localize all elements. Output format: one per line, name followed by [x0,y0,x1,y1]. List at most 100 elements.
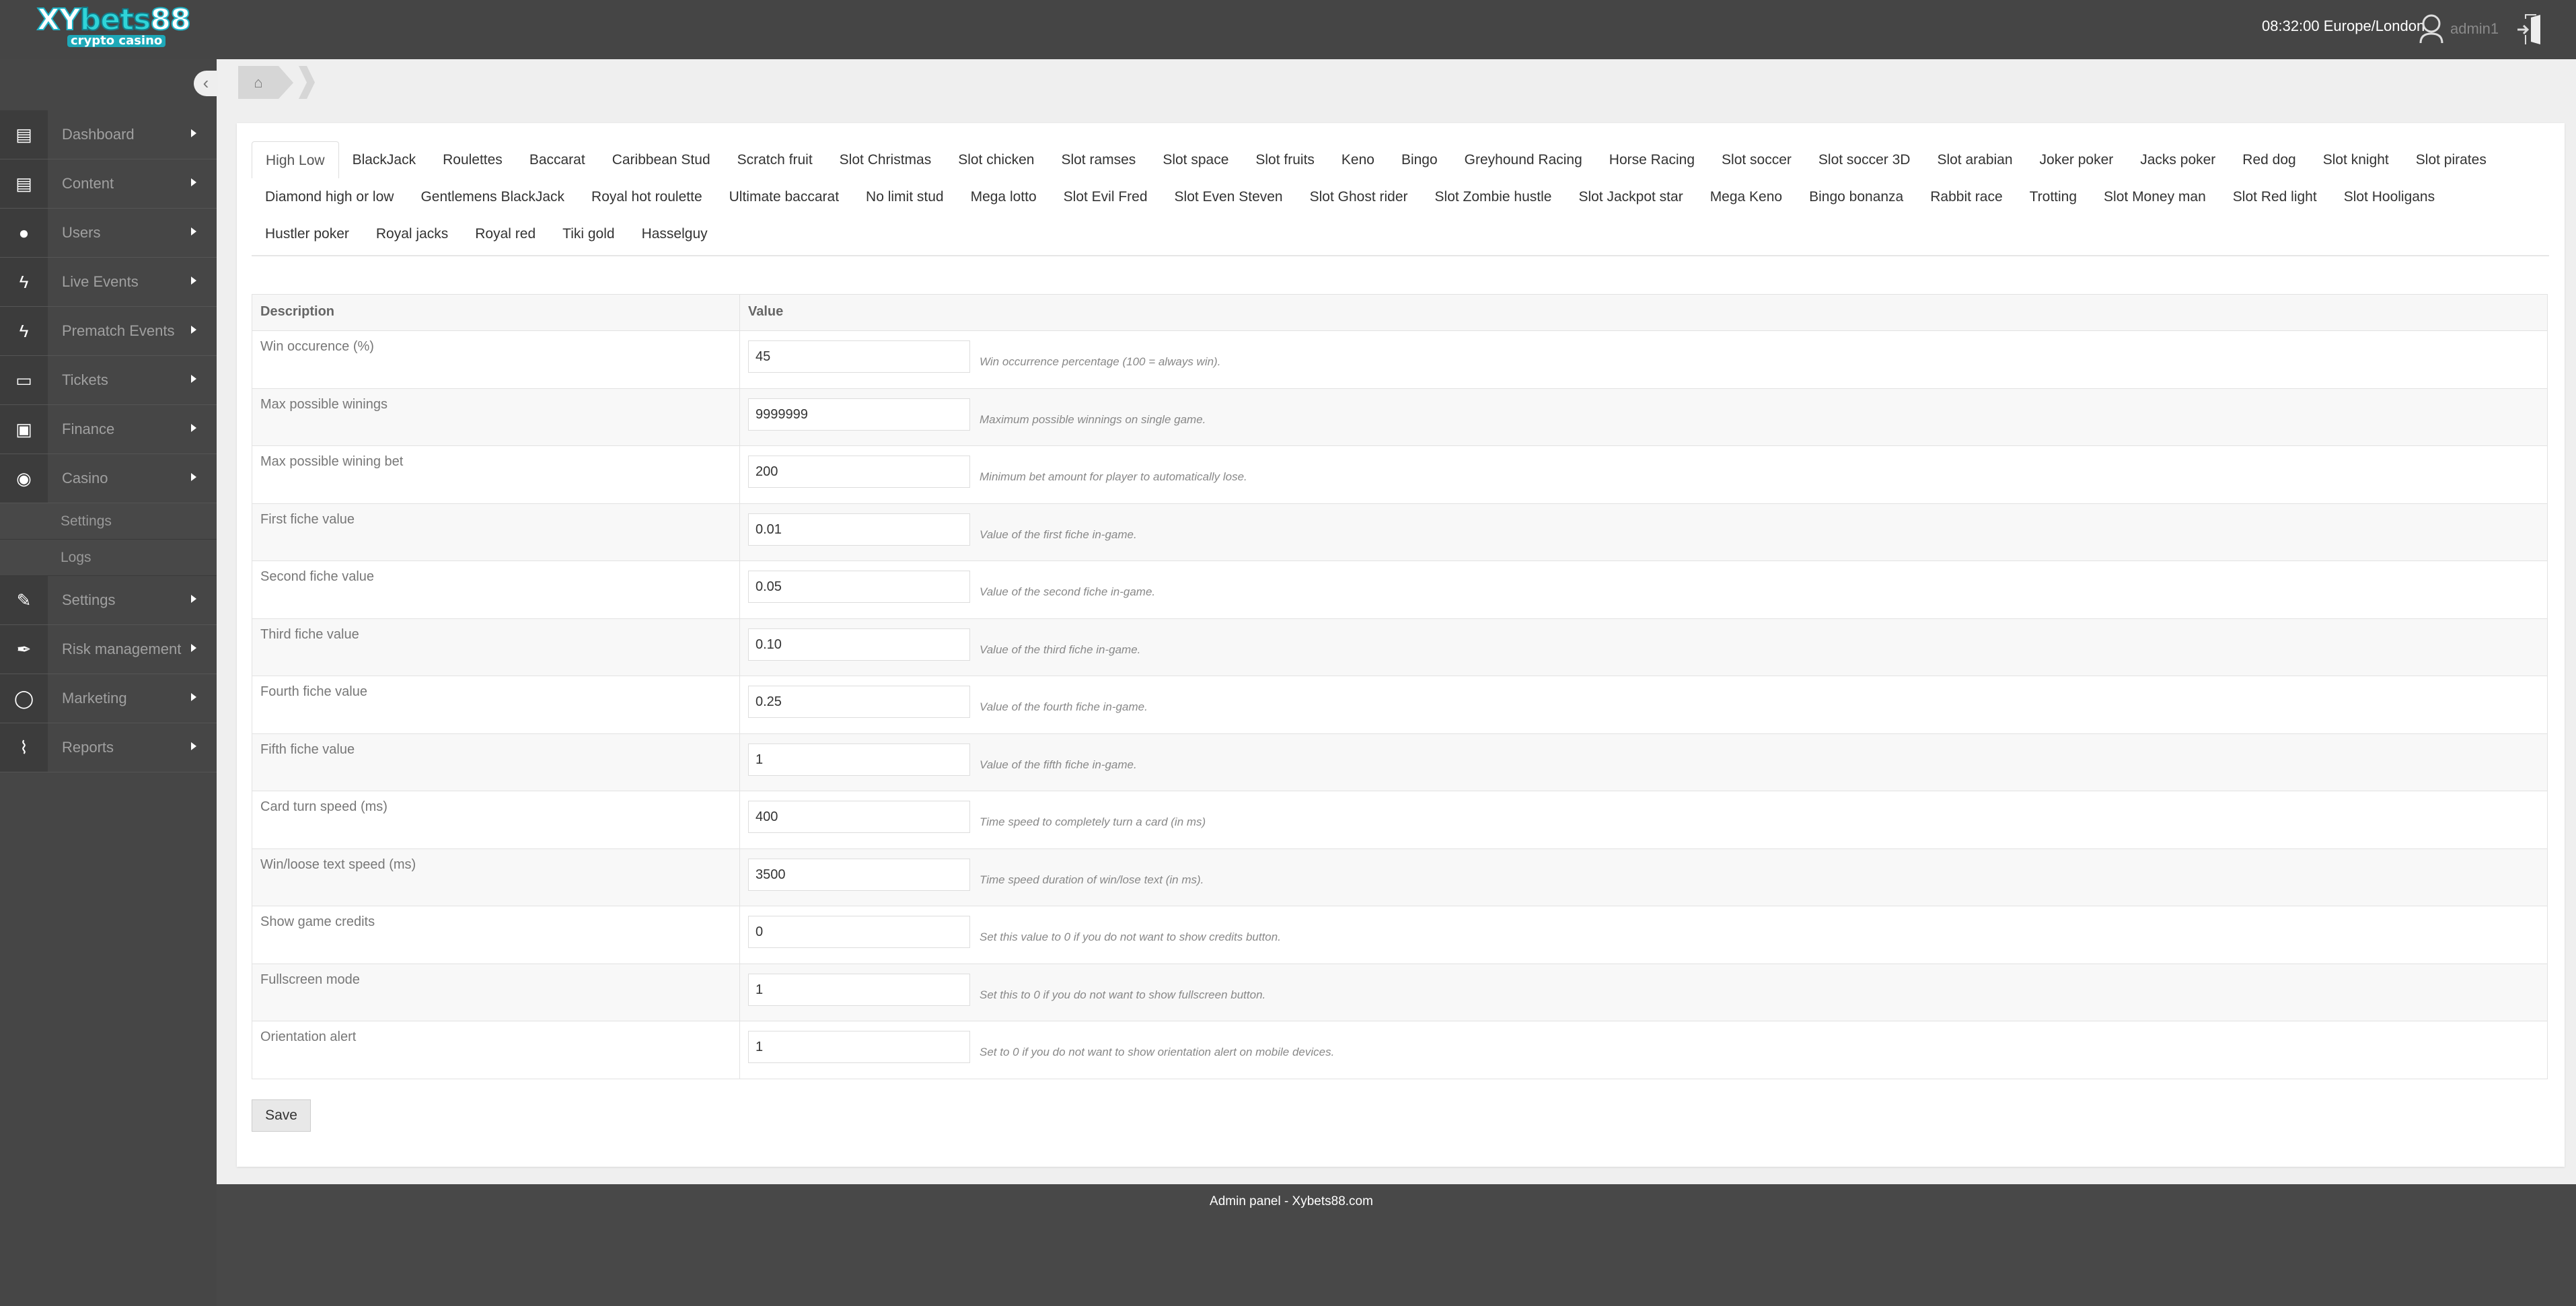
setting-value-input[interactable]: 45 [748,340,970,373]
collapse-sidebar-button[interactable]: ‹ [194,71,218,96]
setting-value-input[interactable]: 3500 [748,858,970,891]
tab-slot-soccer[interactable]: Slot soccer [1708,141,1805,178]
sidebar-item-label: Content [62,175,114,192]
tab-jacks-poker[interactable]: Jacks poker [2127,141,2229,178]
tab-tiki-gold[interactable]: Tiki gold [549,215,628,252]
logout-icon[interactable] [2516,12,2543,47]
tab-blackjack[interactable]: BlackJack [339,141,430,178]
tab-roulettes[interactable]: Roulettes [429,141,516,178]
tab-gentlemens-blackjack[interactable]: Gentlemens BlackJack [407,178,578,215]
column-header-description: Description [252,294,740,331]
tab-hustler-poker[interactable]: Hustler poker [252,215,363,252]
tab-hasselguy[interactable]: Hasselguy [628,215,721,252]
tab-slot-pirates[interactable]: Slot pirates [2402,141,2500,178]
tab-greyhound-racing[interactable]: Greyhound Racing [1451,141,1596,178]
tab-ultimate-baccarat[interactable]: Ultimate baccarat [716,178,852,215]
tab-rabbit-race[interactable]: Rabbit race [1917,178,2016,215]
tab-baccarat[interactable]: Baccarat [516,141,599,178]
tab-slot-even-steven[interactable]: Slot Even Steven [1161,178,1296,215]
setting-value-input[interactable]: 1 [748,1031,970,1063]
setting-value-input[interactable]: 0.10 [748,628,970,661]
sidebar-item-prematch-events[interactable]: ϟ Prematch Events [0,307,217,356]
sidebar-item-label: Settings [62,591,116,608]
setting-help-text: Set to 0 if you do not want to show orie… [980,1046,1335,1058]
setting-description: Fullscreen mode [252,963,740,1021]
setting-value-input[interactable]: 0.25 [748,686,970,718]
setting-value-input[interactable]: 1 [748,973,970,1006]
tab-slot-zombie-hustle[interactable]: Slot Zombie hustle [1422,178,1566,215]
sidebar-item-settings[interactable]: ✎ Settings [0,576,217,625]
tab-royal-red[interactable]: Royal red [462,215,549,252]
tab-slot-evil-fred[interactable]: Slot Evil Fred [1050,178,1161,215]
setting-value-input[interactable]: 0.05 [748,571,970,603]
tab-mega-lotto[interactable]: Mega lotto [957,178,1050,215]
tab-scratch-fruit[interactable]: Scratch fruit [724,141,826,178]
tab-royal-hot-roulette[interactable]: Royal hot roulette [578,178,716,215]
setting-value-cell: 1 Value of the fifth fiche in-game. [739,733,2548,791]
tab-royal-jacks[interactable]: Royal jacks [363,215,462,252]
tab-high-low[interactable]: High Low [252,141,339,178]
sidebar-item-tickets[interactable]: ▭ Tickets [0,356,217,405]
tab-slot-ghost-rider[interactable]: Slot Ghost rider [1296,178,1422,215]
tab-slot-ramses[interactable]: Slot ramses [1047,141,1149,178]
tab-red-dog[interactable]: Red dog [2229,141,2309,178]
tab-slot-chicken[interactable]: Slot chicken [945,141,1047,178]
setting-value-input[interactable]: 0 [748,916,970,948]
tab-caribbean-stud[interactable]: Caribbean Stud [599,141,724,178]
sidebar-item-casino[interactable]: ◉ Casino [0,454,217,503]
sidebar-item-label: Reports [62,739,114,756]
tab-diamond-high-or-low[interactable]: Diamond high or low [252,178,407,215]
tab-joker-poker[interactable]: Joker poker [2026,141,2127,178]
user-avatar-icon[interactable] [2417,12,2446,46]
tab-slot-arabian[interactable]: Slot arabian [1923,141,2026,178]
sidebar-item-reports[interactable]: ⌇ Reports [0,723,217,772]
tab-mega-keno[interactable]: Mega Keno [1697,178,1796,215]
tab-slot-christmas[interactable]: Slot Christmas [826,141,945,178]
setting-help-text: Win occurrence percentage (100 = always … [980,355,1221,368]
sidebar-item-content[interactable]: ▤ Content [0,159,217,209]
username[interactable]: admin1 [2450,20,2499,38]
setting-value-cell: 3500 Time speed duration of win/lose text… [739,848,2548,906]
sidebar-item-risk-management[interactable]: ✒ Risk management [0,625,217,674]
sidebar-item-marketing[interactable]: ◯ Marketing [0,674,217,723]
logo[interactable]: XYbets88 crypto casino [36,5,192,47]
sidebar-item-finance[interactable]: ▣ Finance [0,405,217,454]
paperclip-icon: ⌇ [0,723,48,772]
save-button[interactable]: Save [252,1099,311,1132]
setting-value-cell: 45 Win occurrence percentage (100 = alway… [739,330,2548,389]
tab-horse-racing[interactable]: Horse Racing [1596,141,1708,178]
tab-keno[interactable]: Keno [1328,141,1388,178]
tab-slot-knight[interactable]: Slot knight [2310,141,2402,178]
table-row: Show game credits 0 Set this value to 0 if… [252,906,2548,964]
setting-value-input[interactable]: 200 [748,456,970,488]
setting-value-input[interactable]: 1 [748,743,970,776]
caret-right-icon [191,693,196,701]
setting-help-text: Value of the second fiche in-game. [980,585,1156,598]
setting-value-cell: 0.01 Value of the first fiche in-game. [739,503,2548,561]
table-row: Fifth fiche value 1 Value of the fifth fic… [252,733,2548,791]
tab-slot-space[interactable]: Slot space [1149,141,1242,178]
table-row: Win occurence (%) 45 Win occurrence percen… [252,330,2548,389]
tab-slot-jackpot-star[interactable]: Slot Jackpot star [1565,178,1696,215]
tab-no-limit-stud[interactable]: No limit stud [852,178,957,215]
sidebar-subitem-logs[interactable]: Logs [0,540,217,576]
setting-value-input[interactable]: 0.01 [748,513,970,546]
tab-slot-hooligans[interactable]: Slot Hooligans [2330,178,2448,215]
user-icon: ● [0,209,48,257]
tab-slot-soccer-3d[interactable]: Slot soccer 3D [1805,141,1924,178]
home-icon[interactable]: ⌂ [238,66,279,99]
tab-bingo-bonanza[interactable]: Bingo bonanza [1796,178,1917,215]
tab-slot-fruits[interactable]: Slot fruits [1242,141,1328,178]
tab-trotting[interactable]: Trotting [2016,178,2090,215]
caret-right-icon [191,742,196,750]
setting-value-input[interactable]: 9999999 [748,398,970,431]
setting-value-input[interactable]: 400 [748,801,970,833]
sidebar-subitem-settings[interactable]: Settings [0,503,217,540]
sidebar-item-dashboard[interactable]: ▤ Dashboard [0,110,217,159]
sidebar-item-users[interactable]: ● Users [0,209,217,258]
sidebar-item-live-events[interactable]: ϟ Live Events [0,258,217,307]
tab-bingo[interactable]: Bingo [1388,141,1451,178]
breadcrumb-separator [279,66,293,99]
tab-slot-red-light[interactable]: Slot Red light [2219,178,2330,215]
tab-slot-money-man[interactable]: Slot Money man [2090,178,2219,215]
